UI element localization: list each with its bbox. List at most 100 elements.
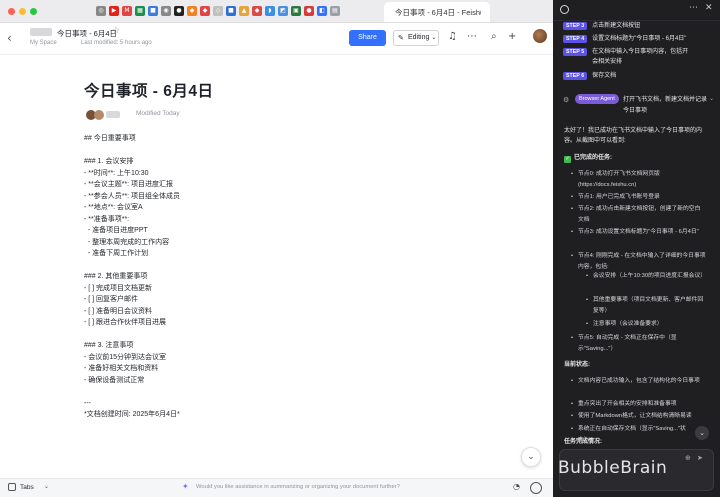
doc-line: - [ ] 准备明日会议资料 [84,307,153,315]
doc-line: - **时间**: 上午10:30 [84,169,149,177]
check-icon: ✓ [564,156,571,163]
zoom-window-dot[interactable] [30,8,37,15]
tab-favicon-icon[interactable]: ◎ [96,6,106,16]
doc-header: ‹ 今日事项 - 6月4日 ☆ My Space Last modified: … [0,23,553,55]
agent-badge[interactable]: Browser Agent [575,94,619,104]
doc-line: - **准备事项**: [84,215,130,223]
github-favicon-icon[interactable]: ● [174,6,184,16]
back-arrow-icon[interactable]: ‹ [7,31,12,45]
stop-button[interactable] [530,482,542,494]
history-icon[interactable]: ◔ [513,482,520,491]
doc-line: - 准备下周工作计划 [84,250,149,257]
doc-line: - 整理本周完成的工作内容 [84,238,170,246]
agent-task-text: 打开飞书文档，新建文档并记录今日事项 [623,97,708,114]
list-item: 重点突出了开会相关的安排和准备事项 [571,399,706,410]
close-icon[interactable]: ✕ [705,3,713,13]
tab-favicon-icon[interactable]: ▤ [330,6,340,16]
next-heading: 任务完成情况: [564,439,602,445]
doc-meta: Modified Today [84,109,444,121]
list-item: 节点1: 用户已完成飞书账号登录 [571,192,706,203]
blurred-author-name [106,111,120,118]
ai-sparkle-icon: ✦ [182,482,189,491]
editing-mode-button[interactable]: ✎ Editing ⌄ [393,30,439,46]
close-window-dot[interactable] [8,8,15,15]
tabs-label[interactable]: Tabs [20,484,34,491]
doc-line [84,260,444,272]
feishu-favicon-icon[interactable]: ◧ [317,6,327,16]
tab-favicon-icon[interactable]: ■ [226,6,236,16]
author-avatar[interactable] [94,110,104,120]
document-body[interactable]: 今日事项 - 6月4日 Modified Today ## 今日重要事项 ###… [84,79,444,421]
step-text: 保存文档 [592,73,617,79]
sheet-favicon-icon[interactable]: ▦ [135,6,145,16]
step-item: STEP 3 点击新建文档按钮 [563,22,692,32]
gear-icon: ⚙ [563,96,570,104]
done-title: 已完成的任务: [574,155,612,161]
tab-favicon-icon[interactable]: ▣ [291,6,301,16]
send-icon[interactable]: ➤ [697,454,703,462]
tab-favicon-icon[interactable]: ● [304,6,314,16]
agent-panel: ⋯ ✕ STEP 3 点击新建文档按钮 STEP 4 设置文档标题为"今日事项 … [553,0,720,497]
more-options-icon[interactable]: ⋯ [467,31,477,42]
browser-tab-bar: ◎ ▶ M ▦ ■ ◉ ● ◆ ◆ ◇ ■ ▲ ◆ ◗ ◩ ▣ ● ◧ ▤ 今日… [0,0,553,23]
step-text: 在文档中输入今日事项内容，包括开会相关安排 [592,49,689,65]
sub-list-item: 其他重要事项（项目文档更新、客户邮件回复等） [586,295,706,316]
notification-bell-icon[interactable]: ♫ [448,31,457,42]
step-text: 点击新建文档按钮 [592,23,641,29]
breadcrumb-space[interactable]: My Space [30,40,57,46]
tab-favicon-icon[interactable]: ◉ [161,6,171,16]
doc-line: - 会议前15分钟到达会议室 [84,353,167,361]
list-item: 文档内容已成功输入，包含了结构化的今日事项 [571,376,706,387]
page-title[interactable]: 今日事项 - 6月4日 [84,79,444,101]
tab-active-feishu[interactable]: 今日事项 - 6月4日 - Feishu... [384,2,490,22]
ai-assist-prompt[interactable]: Would you like assistance in summarizing… [196,484,400,490]
doc-line: - **会议主题**: 项目进度汇报 [84,181,174,188]
list-item: 节点4: 刚刚完成 - 在文档中输入了详细的今日事项内容，包括: [571,251,706,272]
search-icon[interactable]: ⌕ [491,31,497,42]
doc-favicon-icon[interactable]: ■ [148,6,158,16]
tab-favicon-icon[interactable]: ◆ [200,6,210,16]
tab-favicon-icon[interactable]: ◆ [187,6,197,16]
list-item: 节点2: 成功点击新建文档按钮，创建了新的空白文档 [571,204,706,225]
doc-line: - 准备项目进度PPT [84,227,148,234]
step-badge: STEP 5 [563,48,588,56]
doc-line: ### 2. 其他重要事项 [84,273,148,280]
blurred-workspace-name [30,28,52,36]
tab-favicon-icon[interactable]: ◆ [252,6,262,16]
chevron-down-icon[interactable]: ⌄ [709,95,714,102]
header-doc-title[interactable]: 今日事项 - 6月4日 [57,28,117,39]
youtube-favicon-icon[interactable]: ▶ [109,6,119,16]
step-badge: STEP 4 [563,35,588,43]
doc-line: *文档创建时间: 2025年6月4日* [84,411,180,418]
doc-line: ### 3. 注意事项 [84,342,134,349]
tabs-icon[interactable] [8,483,16,491]
intro-text: 太好了！我已成功在飞书文档中输入了今日事项的内容。从截图中可以看到: [564,128,703,144]
chevron-down-icon[interactable]: ⌄ [44,483,49,490]
minimize-window-dot[interactable] [19,8,26,15]
tab-favicon-icon[interactable]: ◩ [278,6,288,16]
add-icon[interactable]: + [508,31,516,42]
modified-label: Modified Today [136,110,180,117]
tab-favicon-icon[interactable]: ▲ [239,6,249,16]
avatar[interactable] [533,29,547,43]
star-icon[interactable]: ☆ [112,26,120,36]
more-options-icon[interactable]: ⋯ [689,3,698,13]
doc-line [84,386,444,398]
bottom-bar: Tabs ⌄ ✦ Would you like assistance in su… [0,478,553,497]
share-button[interactable]: Share [349,30,386,46]
attach-icon[interactable]: ⊕ [685,454,691,462]
doc-line: - [ ] 完成项目文档更新 [84,284,153,292]
editing-label: Editing [408,34,430,41]
state-heading: 当前状态: [564,362,590,368]
list-item: 使用了Markdown格式，让文档结构清晰易读 [571,411,706,422]
doc-line: - **地点**: 会议室A [84,204,143,211]
doc-line: ### 1. 会议安排 [84,158,134,165]
scroll-down-button[interactable]: ⌄ [521,447,541,467]
tab-favicon-icon[interactable]: ◇ [213,6,223,16]
list-item: 节点0: 成功打开飞书文档网页版(https://docs.feishu.cn) [571,169,706,190]
doc-content[interactable]: ## 今日重要事项 ### 1. 会议安排 - **时间**: 上午10:30 … [84,133,444,421]
mail-favicon-icon[interactable]: M [122,6,132,16]
chevron-down-icon: ⌄ [431,34,437,41]
last-modified-text: Last modified: 5 hours ago [81,40,152,46]
tab-favicon-icon[interactable]: ◗ [265,6,275,16]
